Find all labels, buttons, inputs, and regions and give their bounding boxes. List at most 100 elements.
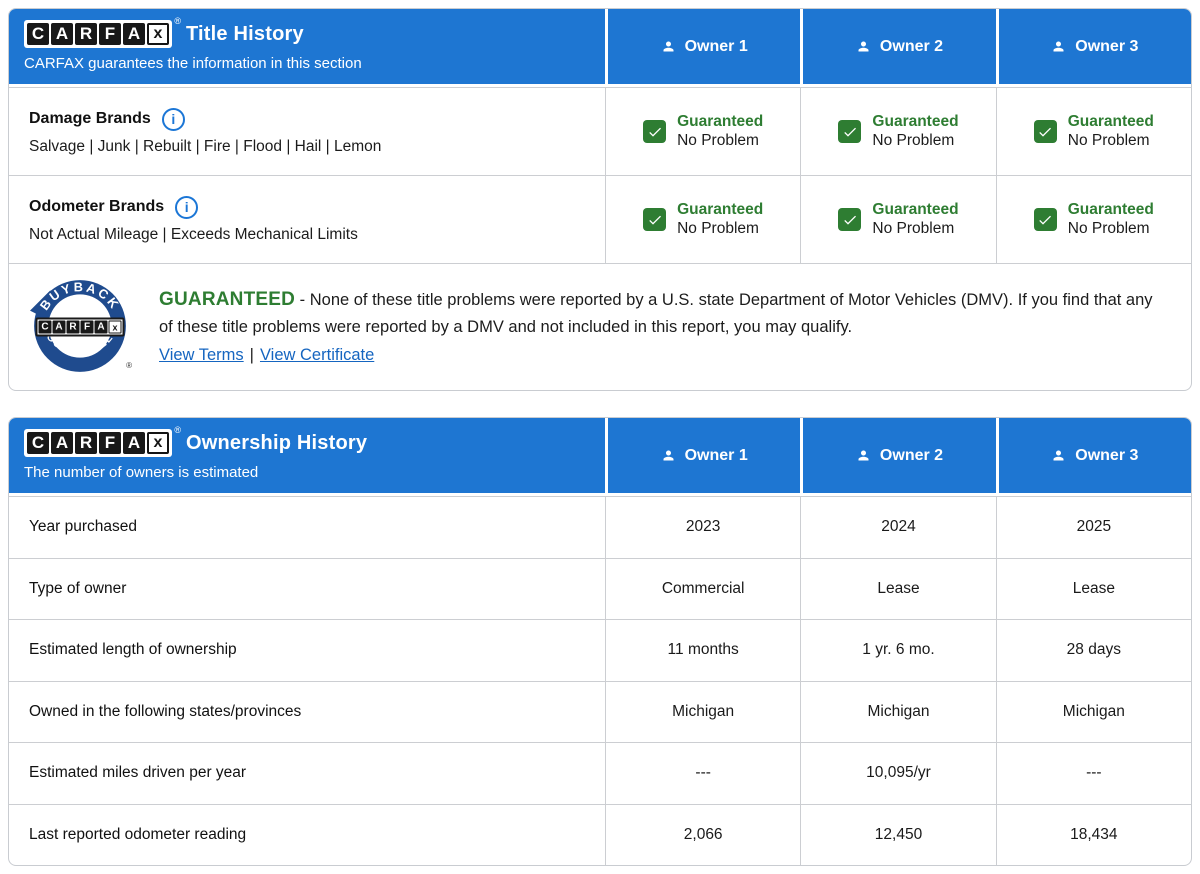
guaranteed-label: Guaranteed: [1067, 201, 1154, 218]
damage-owner-2-cell: Guaranteed No Problem: [800, 88, 995, 175]
owner-1-header: Owner 1: [605, 418, 801, 493]
owner-3-value: 2025: [995, 497, 1191, 558]
info-icon[interactable]: i: [161, 107, 185, 131]
type-of-owner-row: Type of owner Commercial Lease Lease: [9, 557, 1191, 620]
row-label: Estimated miles driven per year: [29, 764, 247, 782]
states-owned-row: Owned in the following states/provinces …: [9, 680, 1191, 743]
person-icon: [663, 450, 674, 461]
title-history-section: C A R F A x ® Title History CARFAX guara…: [8, 8, 1192, 391]
owner-3-header: Owner 3: [995, 9, 1191, 84]
guaranteed-label: Guaranteed: [677, 201, 764, 218]
registered-trademark: ®: [174, 425, 181, 435]
checkmark-icon: [643, 208, 667, 231]
view-terms-link[interactable]: View Terms: [159, 346, 244, 364]
damage-brands-title: Damage Brands: [29, 110, 151, 127]
link-separator: |: [249, 346, 254, 365]
guaranteed-label: Guaranteed: [872, 113, 959, 130]
carfax-logo-letter: C: [38, 320, 52, 334]
odometer-reading-row: Last reported odometer reading 2,066 12,…: [9, 803, 1191, 866]
carfax-logo-letter: R: [66, 320, 80, 334]
guaranteed-label: Guaranteed: [677, 113, 764, 130]
owner-3-value: Michigan: [995, 681, 1191, 742]
owner-1-label: Owner 1: [684, 37, 748, 55]
row-label: Estimated length of ownership: [29, 641, 237, 659]
no-problem-label: No Problem: [677, 132, 759, 149]
carfax-logo-letter: F: [80, 320, 94, 334]
damage-owner-3-cell: Guaranteed No Problem: [995, 88, 1191, 175]
ownership-history-header: C A R F A x ® Ownership History The numb…: [9, 418, 1191, 493]
owner-1-value: ---: [605, 743, 800, 804]
person-icon: [1053, 450, 1064, 461]
row-label-cell: Owned in the following states/provinces: [9, 682, 605, 743]
section-title: Ownership History: [186, 431, 368, 454]
carfax-logo-letter: A: [123, 23, 145, 45]
section-subtitle: The number of owners is estimated: [24, 464, 259, 481]
ownership-history-header-left: C A R F A x ® Ownership History The numb…: [9, 418, 605, 493]
carfax-buyback-guarantee-badge: BUYBACK GUARANTEE C A R F A x ®: [29, 276, 132, 378]
odometer-owner-3-cell: Guaranteed No Problem: [995, 176, 1191, 263]
person-icon: [663, 41, 674, 52]
owner-3-header: Owner 3: [995, 418, 1191, 493]
checkmark-icon: [838, 208, 862, 231]
row-label-cell: Estimated miles driven per year: [9, 743, 605, 804]
carfax-logo-letter: F: [99, 432, 121, 454]
owner-1-value: Michigan: [605, 681, 800, 742]
owner-2-header: Owner 2: [800, 9, 996, 84]
carfax-logo-letter: R: [75, 23, 97, 45]
row-label-cell: Type of owner: [9, 559, 605, 620]
damage-brands-row: Damage Brands i Salvage | Junk | Rebuilt…: [9, 87, 1191, 175]
owner-3-label: Owner 3: [1075, 446, 1139, 464]
title-history-header: C A R F A x ® Title History CARFAX guara…: [9, 9, 1191, 84]
section-subtitle: CARFAX guarantees the information in thi…: [24, 55, 362, 72]
row-label-cell: Last reported odometer reading: [9, 805, 605, 866]
row-label: Type of owner: [29, 579, 127, 597]
carfax-logo-letter: A: [51, 432, 73, 454]
owner-2-value: 12,450: [800, 804, 995, 865]
owner-2-label: Owner 2: [879, 37, 944, 55]
checkmark-icon: [1033, 208, 1057, 231]
guaranteed-label: Guaranteed: [1067, 113, 1154, 130]
owner-1-value: 2,066: [605, 804, 800, 865]
no-problem-label: No Problem: [1067, 220, 1150, 237]
carfax-logo-letter: F: [99, 23, 121, 45]
owner-2-value: 1 yr. 6 mo.: [800, 620, 995, 681]
guaranteed-label: Guaranteed: [872, 201, 959, 218]
carfax-logo-letter: R: [75, 432, 97, 454]
row-label-cell: Year purchased: [9, 497, 605, 558]
owner-2-value: 10,095/yr: [800, 743, 995, 804]
no-problem-label: No Problem: [677, 220, 759, 237]
guarantee-body: - None of these title problems were repo…: [159, 291, 1153, 336]
carfax-logo-letter: A: [123, 432, 145, 454]
owner-1-value: 2023: [605, 497, 800, 558]
row-label: Last reported odometer reading: [29, 825, 247, 843]
odometer-owner-1-cell: Guaranteed No Problem: [605, 176, 800, 263]
owner-1-label: Owner 1: [684, 446, 748, 464]
owner-3-label: Owner 3: [1075, 37, 1139, 55]
person-icon: [858, 450, 869, 461]
checkmark-icon: [838, 120, 862, 143]
no-problem-label: No Problem: [872, 132, 955, 149]
odometer-owner-2-cell: Guaranteed No Problem: [800, 176, 995, 263]
view-certificate-link[interactable]: View Certificate: [260, 346, 374, 364]
carfax-logo-letter: x: [147, 23, 169, 45]
carfax-logo-letter: A: [94, 320, 108, 334]
owner-3-value: 18,434: [995, 804, 1191, 865]
registered-trademark: ®: [126, 361, 132, 370]
damage-brands-label-cell: Damage Brands i Salvage | Junk | Rebuilt…: [9, 88, 605, 175]
row-label-cell: Estimated length of ownership: [9, 620, 605, 681]
owner-2-value: Lease: [800, 558, 995, 619]
carfax-logo-small: C A R F A x: [35, 317, 125, 337]
no-problem-label: No Problem: [1067, 132, 1150, 149]
miles-per-year-row: Estimated miles driven per year --- 10,0…: [9, 742, 1191, 804]
carfax-logo-letter: A: [52, 320, 66, 334]
title-history-header-left: C A R F A x ® Title History CARFAX guara…: [9, 9, 605, 84]
buyback-guarantee-note: BUYBACK GUARANTEE C A R F A x ® GUARANTE…: [9, 263, 1191, 390]
person-icon: [858, 41, 869, 52]
carfax-logo-letter: C: [27, 432, 49, 454]
year-purchased-row: Year purchased 2023 2024 2025: [9, 496, 1191, 558]
carfax-logo: C A R F A x ®: [24, 16, 181, 48]
carfax-logo-letter: x: [108, 320, 122, 334]
owner-2-value: 2024: [800, 497, 995, 558]
info-icon[interactable]: i: [175, 195, 199, 219]
owner-2-label: Owner 2: [879, 446, 944, 464]
